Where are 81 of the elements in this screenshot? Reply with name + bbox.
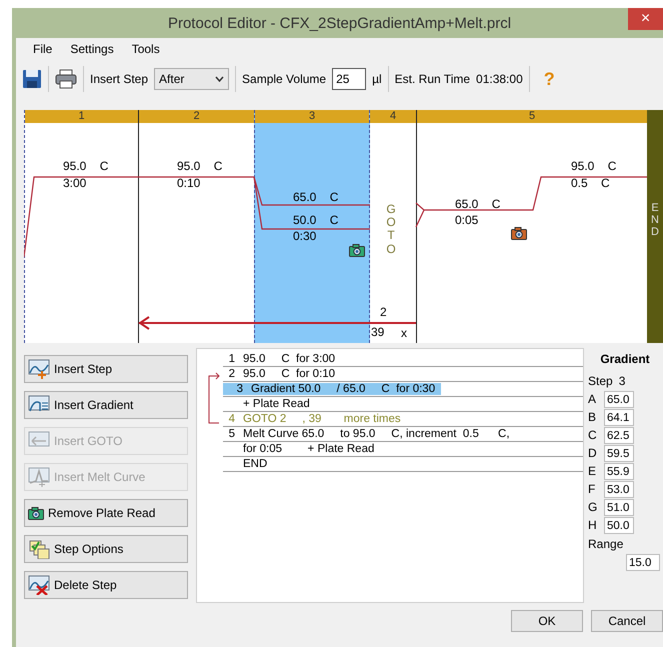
temperature-field[interactable]: 51.0 bbox=[604, 498, 634, 516]
step-column[interactable]: 5 65.0 C 0:05 95.0 C 0.5 C bbox=[416, 110, 647, 343]
temperature-field[interactable]: 64.1 bbox=[604, 408, 634, 426]
temperature-label: 65.0 C bbox=[293, 190, 338, 204]
range-label: Range bbox=[588, 537, 624, 551]
loop-bracket-arrow bbox=[208, 372, 220, 424]
step-number-header: 2 bbox=[139, 110, 254, 123]
action-button[interactable]: Step Options bbox=[24, 535, 188, 563]
step-row[interactable]: 5 Melt Curve 65.0 to 95.0 C, increment 0.5 C, bbox=[223, 427, 583, 442]
window-title: Protocol Editor - CFX_2StepGradientAmp+Melt.prcl bbox=[168, 14, 512, 32]
insert-position-dropdown[interactable]: After bbox=[154, 68, 230, 90]
temperature-field[interactable]: 50.0 bbox=[604, 516, 634, 534]
temperature-label: 95.0 C bbox=[571, 159, 616, 173]
row-letter: B bbox=[588, 410, 598, 424]
step-row[interactable]: 4 GOTO 2 , 39 more times bbox=[223, 412, 583, 427]
checklist-icon bbox=[28, 539, 50, 559]
step-number-header: 3 bbox=[255, 110, 369, 123]
step-number-header: 5 bbox=[417, 110, 647, 123]
row-letter: F bbox=[588, 482, 596, 496]
row-letter: C bbox=[588, 428, 598, 442]
range-field[interactable]: 15.0 bbox=[626, 554, 660, 571]
repeat-count-label: 39 bbox=[371, 325, 384, 339]
temperature-field[interactable]: 55.9 bbox=[604, 462, 634, 480]
step-column[interactable]: 1 95.0 C 3:00 bbox=[24, 110, 138, 343]
step-label: Step bbox=[588, 374, 613, 388]
run-time-label: Est. Run Time bbox=[394, 72, 470, 86]
sample-volume-field[interactable]: 25 bbox=[332, 68, 366, 90]
chart-plus-icon bbox=[28, 359, 50, 379]
step-number-header: 1 bbox=[25, 110, 138, 123]
temperature-field[interactable]: 59.5 bbox=[604, 444, 634, 462]
print-icon[interactable] bbox=[55, 69, 77, 89]
peak-chart-icon bbox=[28, 467, 50, 487]
volume-unit: µl bbox=[372, 72, 382, 86]
menu-item[interactable]: File bbox=[24, 42, 62, 56]
action-button[interactable]: Remove Plate Read bbox=[24, 499, 188, 527]
temperature-field[interactable]: 65.0 bbox=[604, 390, 634, 408]
step-row[interactable]: 3 Gradient 50.0 / 65.0 C for 0:30 bbox=[223, 382, 583, 397]
camera-icon bbox=[28, 506, 44, 520]
temperature-label: 95.0 C bbox=[177, 159, 222, 173]
times-label: x bbox=[401, 326, 407, 340]
row-letter: H bbox=[588, 518, 598, 532]
gradient-title: Gradient bbox=[599, 352, 651, 366]
increment-label: 0.5 C bbox=[571, 176, 610, 190]
dialog-button[interactable]: OK bbox=[511, 610, 583, 632]
menu-item[interactable]: Tools bbox=[122, 42, 169, 56]
hold-time-label: 3:00 bbox=[63, 176, 86, 190]
hold-time-label: 0:05 bbox=[455, 213, 478, 227]
menu-item[interactable]: Settings bbox=[61, 42, 123, 56]
row-letter: E bbox=[588, 464, 598, 478]
close-button[interactable]: × bbox=[628, 8, 663, 30]
temperature-label: 95.0 C bbox=[63, 159, 108, 173]
insert-step-label: Insert Step bbox=[90, 72, 148, 86]
action-button[interactable]: Insert Step bbox=[24, 355, 188, 383]
step-row[interactable]: 1 95.0 C for 3:00 bbox=[223, 352, 583, 367]
temperature-field[interactable]: 53.0 bbox=[604, 480, 634, 498]
goto-target-label: 2 bbox=[380, 305, 387, 319]
run-time-value: 01:38:00 bbox=[476, 72, 523, 86]
chart-delete-icon bbox=[28, 575, 50, 595]
step-detail-row[interactable]: END bbox=[223, 457, 583, 472]
row-letter: A bbox=[588, 392, 598, 406]
temperature-label: 65.0 C bbox=[455, 197, 500, 211]
step-column[interactable]: 3 65.0 C 50.0 C 0:30 bbox=[254, 110, 370, 343]
row-letter: G bbox=[588, 500, 598, 514]
temperature-label: 50.0 C bbox=[293, 213, 338, 227]
step-detail-row[interactable]: for 0:05 + Plate Read bbox=[223, 442, 583, 457]
end-label: END bbox=[650, 202, 660, 240]
step-detail-row[interactable]: + Plate Read bbox=[223, 397, 583, 412]
dialog-button[interactable]: Cancel bbox=[591, 610, 663, 632]
step-row[interactable]: 2 95.0 C for 0:10 bbox=[223, 367, 583, 382]
goto-label: GOTO bbox=[385, 203, 397, 256]
temperature-field[interactable]: 62.5 bbox=[604, 426, 634, 444]
hold-time-label: 0:30 bbox=[293, 229, 316, 243]
step-value: 3 bbox=[618, 374, 626, 388]
step-number-header: 4 bbox=[370, 110, 416, 123]
row-letter: D bbox=[588, 446, 598, 460]
hold-time-label: 0:10 bbox=[177, 176, 200, 190]
action-button[interactable]: Insert Gradient bbox=[24, 391, 188, 419]
save-icon[interactable] bbox=[22, 69, 42, 89]
sample-volume-label: Sample Volume bbox=[242, 72, 326, 86]
step-column[interactable]: 4 GOTO 2 39 x bbox=[370, 110, 416, 343]
action-button[interactable]: Delete Step bbox=[24, 571, 188, 599]
